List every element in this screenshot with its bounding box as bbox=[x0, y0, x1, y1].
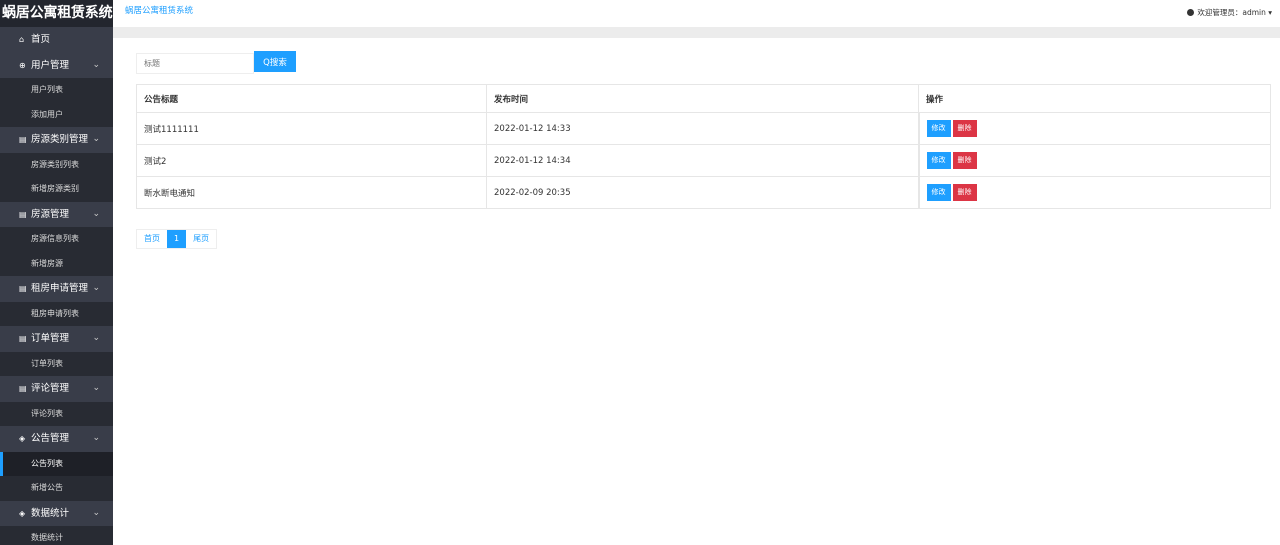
nav-rental-application-management[interactable]: ▤ 租房申请管理 ⌄ bbox=[0, 276, 113, 302]
cell-actions: 修改 删除 bbox=[918, 176, 1271, 209]
nav-label: 评论管理 bbox=[31, 383, 70, 394]
nav-label: 订单管理 bbox=[31, 333, 70, 344]
chevron-down-icon: ⌄ bbox=[92, 507, 100, 518]
search-button[interactable]: Q搜索 bbox=[254, 51, 296, 72]
nav-label: 数据统计 bbox=[31, 507, 70, 519]
search-input[interactable] bbox=[136, 53, 254, 74]
layers-icon: ◈ bbox=[19, 508, 26, 518]
brand-title: 蜗居公寓租赁系统 bbox=[0, 0, 113, 27]
nav-label: 公告管理 bbox=[31, 433, 70, 444]
nav-statistics[interactable]: ◈ 数据统计 ⌄ bbox=[0, 501, 113, 527]
sub-comment-list[interactable]: 评论列表 bbox=[0, 401, 113, 426]
cell-actions: 修改 删除 bbox=[918, 144, 1271, 177]
edit-button[interactable]: 修改 bbox=[926, 184, 951, 201]
column-header-time: 发布时间 bbox=[486, 84, 919, 113]
chevron-down-icon: ⌄ bbox=[92, 333, 100, 343]
delete-button[interactable]: 删除 bbox=[952, 152, 977, 169]
nav-label: 租房申请管理 bbox=[31, 283, 89, 294]
sub-add-user[interactable]: 添加用户 bbox=[0, 102, 113, 127]
sub-rental-application-list[interactable]: 租房申请列表 bbox=[0, 301, 113, 326]
main-content: Q搜索 公告标题 发布时间 操作 测试1111111 2022-01-12 14… bbox=[124, 38, 1280, 545]
document-icon: ▤ bbox=[19, 334, 27, 343]
chevron-down-icon: ⌄ bbox=[92, 208, 100, 219]
user-label: 欢迎管理员：admin bbox=[1197, 8, 1266, 17]
cell-time: 2022-01-12 14:33 bbox=[486, 112, 920, 145]
user-icon: ⊕ bbox=[19, 60, 26, 70]
document-icon: ▤ bbox=[19, 209, 27, 219]
layers-icon: ◈ bbox=[19, 434, 26, 443]
table-header-row: 公告标题 发布时间 操作 bbox=[136, 84, 1271, 113]
search-bar: Q搜索 bbox=[136, 51, 296, 74]
pager-last[interactable]: 尾页 bbox=[186, 230, 216, 248]
user-menu[interactable]: 欢迎管理员：admin ▾ bbox=[1187, 7, 1272, 18]
user-avatar-icon bbox=[1187, 9, 1195, 16]
sidebar: 蜗居公寓租赁系统 ⌂ 首页 ⊕ 用户管理 ⌄ 用户列表 添加用户 ▤ 房源类别管理 ⌄ 房… bbox=[0, 0, 113, 545]
cell-title: 测试2 bbox=[136, 144, 487, 177]
nav-label: 用户管理 bbox=[31, 59, 70, 71]
announcement-table: 公告标题 发布时间 操作 测试1111111 2022-01-12 14:33 … bbox=[136, 84, 1271, 209]
edit-button[interactable]: 修改 bbox=[926, 152, 951, 169]
breadcrumb[interactable]: 蜗居公寓租赁系统 bbox=[125, 4, 193, 16]
top-bar: 蜗居公寓租赁系统 欢迎管理员：admin ▾ bbox=[113, 0, 1280, 27]
cell-time: 2022-02-09 20:35 bbox=[486, 176, 920, 209]
sub-house-category-list[interactable]: 房源类别列表 bbox=[0, 152, 113, 177]
cell-actions: 修改 删除 bbox=[918, 112, 1271, 145]
sub-announcement-list[interactable]: 公告列表 bbox=[0, 451, 113, 476]
nav-user-management[interactable]: ⊕ 用户管理 ⌄ bbox=[0, 53, 113, 79]
chevron-down-icon: ⌄ bbox=[92, 383, 100, 393]
nav-comment-management[interactable]: ▤ 评论管理 ⌄ bbox=[0, 376, 113, 402]
caret-down-icon: ▾ bbox=[1268, 8, 1272, 17]
nav-house-category-management[interactable]: ▤ 房源类别管理 ⌄ bbox=[0, 127, 113, 153]
document-icon: ▤ bbox=[19, 284, 27, 293]
nav-label: 首页 bbox=[31, 34, 51, 45]
table-row: 测试1111111 2022-01-12 14:33 修改 删除 bbox=[136, 112, 1271, 145]
nav-order-management[interactable]: ▤ 订单管理 ⌄ bbox=[0, 326, 113, 352]
document-icon: ▤ bbox=[19, 384, 27, 393]
nav-announcement-management[interactable]: ◈ 公告管理 ⌄ bbox=[0, 426, 113, 452]
pager-first[interactable]: 首页 bbox=[137, 230, 167, 248]
nav-label: 房源类别管理 bbox=[31, 134, 89, 145]
column-header-actions: 操作 bbox=[918, 84, 1271, 113]
cell-title: 断水断电通知 bbox=[136, 176, 487, 209]
cell-title: 测试1111111 bbox=[136, 112, 487, 145]
cell-time: 2022-01-12 14:34 bbox=[486, 144, 920, 177]
home-icon: ⌂ bbox=[19, 35, 25, 44]
column-header-title: 公告标题 bbox=[136, 84, 487, 113]
chevron-down-icon: ⌄ bbox=[92, 433, 100, 443]
table-row: 断水断电通知 2022-02-09 20:35 修改 删除 bbox=[136, 176, 1271, 209]
nav-label: 房源管理 bbox=[31, 208, 70, 220]
sub-user-list[interactable]: 用户列表 bbox=[0, 78, 113, 103]
table-row: 测试2 2022-01-12 14:34 修改 删除 bbox=[136, 144, 1271, 177]
sub-house-info-list[interactable]: 房源信息列表 bbox=[0, 227, 113, 252]
nav-home[interactable]: ⌂ 首页 bbox=[0, 27, 113, 53]
chevron-down-icon: ⌄ bbox=[92, 283, 100, 293]
document-icon: ▤ bbox=[19, 135, 27, 144]
chevron-down-icon: ⌄ bbox=[92, 59, 100, 70]
sub-order-list[interactable]: 订单列表 bbox=[0, 351, 113, 376]
delete-button[interactable]: 删除 bbox=[952, 120, 977, 137]
pager-current[interactable]: 1 bbox=[167, 230, 187, 248]
sub-add-announcement[interactable]: 新增公告 bbox=[0, 476, 113, 501]
sub-statistics[interactable]: 数据统计 bbox=[0, 526, 113, 545]
nav-house-management[interactable]: ▤ 房源管理 ⌄ bbox=[0, 202, 113, 228]
header-divider bbox=[113, 27, 1280, 38]
edit-button[interactable]: 修改 bbox=[926, 120, 951, 137]
sub-add-house-category[interactable]: 新增房源类别 bbox=[0, 177, 113, 202]
delete-button[interactable]: 删除 bbox=[952, 184, 977, 201]
chevron-down-icon: ⌄ bbox=[92, 134, 100, 144]
pagination: 首页 1 尾页 bbox=[136, 229, 218, 249]
sub-add-house[interactable]: 新增房源 bbox=[0, 251, 113, 276]
